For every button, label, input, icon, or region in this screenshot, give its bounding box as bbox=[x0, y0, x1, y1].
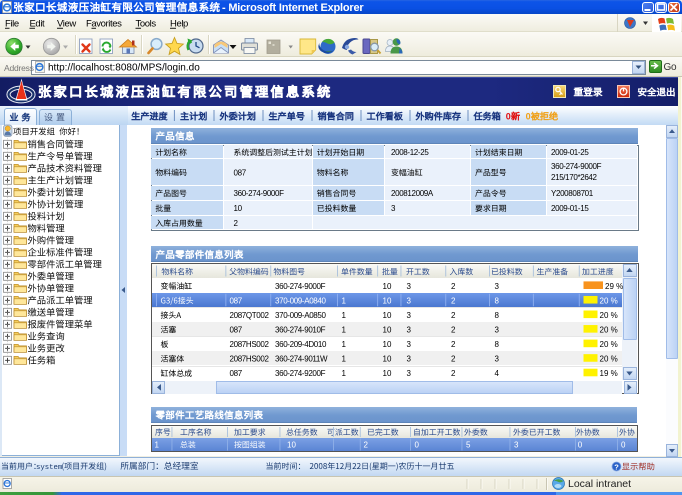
svg-text:2: 2 bbox=[364, 441, 369, 450]
svg-text:2087HS002: 2087HS002 bbox=[230, 355, 270, 364]
svg-text:2009-01-15: 2009-01-15 bbox=[551, 204, 589, 213]
svg-text:2008-12-25: 2008-12-25 bbox=[391, 148, 429, 157]
svg-text:1: 1 bbox=[342, 326, 347, 335]
svg-text:1: 1 bbox=[342, 296, 347, 305]
svg-text:6: 6 bbox=[147, 354, 152, 364]
svg-text:3: 3 bbox=[495, 355, 500, 364]
svg-text:1: 1 bbox=[342, 340, 347, 349]
svg-text:360-209-4D010: 360-209-4D010 bbox=[275, 340, 327, 349]
svg-text:215/170*2642: 215/170*2642 bbox=[551, 173, 598, 182]
svg-text:7: 7 bbox=[147, 368, 152, 378]
svg-text:1: 1 bbox=[147, 281, 152, 291]
svg-text:087: 087 bbox=[230, 326, 243, 335]
svg-text:10: 10 bbox=[383, 311, 392, 320]
svg-text:200812009A: 200812009A bbox=[391, 189, 434, 198]
svg-text:0: 0 bbox=[526, 112, 531, 122]
svg-text:3: 3 bbox=[147, 310, 152, 320]
svg-text:20 %: 20 % bbox=[600, 355, 618, 364]
svg-text:3: 3 bbox=[514, 441, 519, 450]
svg-text:3: 3 bbox=[495, 326, 500, 335]
svg-text:4: 4 bbox=[147, 325, 152, 335]
svg-text:29 %: 29 % bbox=[605, 282, 623, 291]
svg-text:4: 4 bbox=[495, 369, 500, 378]
svg-text:10: 10 bbox=[287, 441, 296, 450]
svg-text:360-274-9000F: 360-274-9000F bbox=[551, 162, 602, 171]
svg-text:Address: Address bbox=[4, 63, 34, 73]
svg-text:1: 1 bbox=[342, 369, 347, 378]
svg-text:Y200808701: Y200808701 bbox=[551, 189, 594, 198]
svg-text:20 %: 20 % bbox=[600, 296, 618, 305]
svg-text:10: 10 bbox=[383, 326, 392, 335]
svg-text:2087HS002: 2087HS002 bbox=[230, 340, 270, 349]
svg-text:8: 8 bbox=[495, 311, 500, 320]
svg-text:2009-01-25: 2009-01-25 bbox=[551, 148, 589, 157]
svg-text:20 %: 20 % bbox=[600, 326, 618, 335]
svg-text:20 %: 20 % bbox=[600, 311, 618, 320]
svg-text:10: 10 bbox=[383, 355, 392, 364]
svg-text:360-274-9200F: 360-274-9200F bbox=[275, 369, 326, 378]
svg-text:3: 3 bbox=[407, 296, 412, 305]
svg-text:360-274-9010F: 360-274-9010F bbox=[275, 326, 326, 335]
svg-text:1: 1 bbox=[342, 355, 347, 364]
svg-text:0: 0 bbox=[415, 441, 420, 450]
svg-text:system: system bbox=[36, 464, 62, 472]
svg-text:360-274-9000F: 360-274-9000F bbox=[234, 189, 285, 198]
svg-text:2: 2 bbox=[451, 326, 456, 335]
svg-text:2: 2 bbox=[451, 340, 456, 349]
svg-text:360-274-9000F: 360-274-9000F bbox=[275, 282, 326, 291]
svg-text:3: 3 bbox=[495, 282, 500, 291]
svg-text:2: 2 bbox=[234, 219, 239, 228]
svg-text:2: 2 bbox=[451, 355, 456, 364]
svg-text:2: 2 bbox=[451, 311, 456, 320]
svg-text:3: 3 bbox=[391, 204, 396, 213]
svg-text:- Microsoft Internet Explorer: - Microsoft Internet Explorer bbox=[222, 2, 364, 14]
svg-text:Favorites: Favorites bbox=[86, 19, 122, 30]
svg-text:5: 5 bbox=[147, 339, 152, 349]
svg-text:3: 3 bbox=[407, 340, 412, 349]
svg-text:3: 3 bbox=[407, 326, 412, 335]
svg-text:2: 2 bbox=[451, 282, 456, 291]
svg-text:20 %: 20 % bbox=[600, 340, 618, 349]
svg-text:8: 8 bbox=[495, 296, 500, 305]
svg-text:087: 087 bbox=[230, 296, 243, 305]
svg-text:370-009-A0850: 370-009-A0850 bbox=[275, 311, 327, 320]
svg-text:3: 3 bbox=[407, 355, 412, 364]
svg-text:3: 3 bbox=[407, 282, 412, 291]
svg-text:Go: Go bbox=[664, 62, 677, 73]
svg-text:0: 0 bbox=[578, 441, 583, 450]
svg-text:087: 087 bbox=[234, 168, 247, 177]
svg-text:370-009-A0840: 370-009-A0840 bbox=[275, 296, 327, 305]
svg-text:10: 10 bbox=[383, 296, 392, 305]
svg-text:0: 0 bbox=[506, 112, 511, 122]
svg-text:10: 10 bbox=[383, 369, 392, 378]
svg-text:10: 10 bbox=[383, 340, 392, 349]
svg-text:2: 2 bbox=[451, 369, 456, 378]
svg-text:19 %: 19 % bbox=[600, 369, 618, 378]
svg-text:2087QT002: 2087QT002 bbox=[230, 311, 270, 320]
svg-text:360-274-9011W: 360-274-9011W bbox=[275, 355, 328, 364]
svg-text:087: 087 bbox=[230, 369, 243, 378]
svg-text:1: 1 bbox=[342, 311, 347, 320]
svg-text:1: 1 bbox=[155, 441, 160, 450]
svg-text:10: 10 bbox=[383, 282, 392, 291]
svg-text:2: 2 bbox=[451, 296, 456, 305]
svg-text:3: 3 bbox=[407, 369, 412, 378]
svg-text:0: 0 bbox=[621, 441, 626, 450]
svg-text:2: 2 bbox=[147, 295, 152, 305]
svg-text:?: ? bbox=[614, 463, 619, 472]
svg-text:3: 3 bbox=[407, 311, 412, 320]
svg-text:http://localhost:8080/MPS/logi: http://localhost:8080/MPS/login.do bbox=[48, 63, 200, 74]
svg-text:8: 8 bbox=[495, 340, 500, 349]
svg-text:10: 10 bbox=[234, 204, 243, 213]
svg-text:5: 5 bbox=[466, 441, 471, 450]
svg-text:Local intranet: Local intranet bbox=[568, 478, 631, 490]
